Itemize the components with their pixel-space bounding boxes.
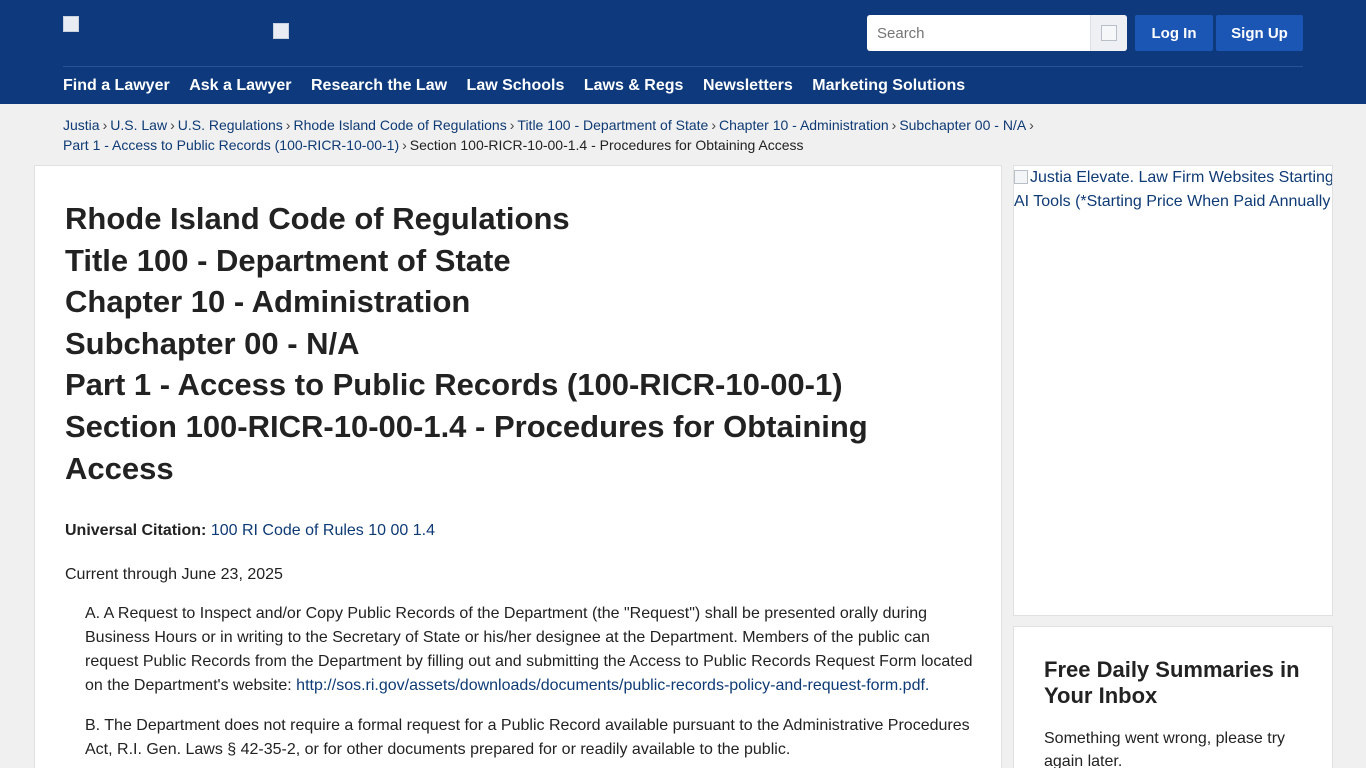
page-title: Rhode Island Code of Regulations Title 1… [65,198,945,489]
main-content: Rhode Island Code of Regulations Title 1… [34,165,1002,768]
breadcrumb-link[interactable]: U.S. Law [110,117,167,133]
breadcrumb-current: Section 100-RICR-10-00-1.4 - Procedures … [409,137,804,153]
header-divider [63,66,1303,67]
ad-alt-text[interactable]: Justia Elevate. Law Firm Websites Starti… [1014,166,1333,214]
breadcrumb-separator: › [509,117,515,133]
breadcrumb-separator: › [711,117,716,133]
secondary-logo-image[interactable] [273,23,289,39]
breadcrumb-separator: › [285,117,291,133]
breadcrumb-link[interactable]: Chapter 10 - Administration [719,117,889,133]
breadcrumb: Justia › U.S. Law › U.S. Regulations › Rhode I… [63,115,1063,155]
broken-image-icon [1014,170,1028,184]
title-line: Part 1 - Access to Public Records (100-R… [65,367,843,403]
login-button[interactable]: Log In [1135,15,1213,51]
title-line: Title 100 - Department of State [65,242,511,278]
title-line: Section 100-RICR-10-00-1.4 - Procedures … [65,408,868,486]
nav-newsletters[interactable]: Newsletters [703,76,793,96]
citation-link[interactable]: 100 RI Code of Rules 10 00 1.4 [211,522,435,539]
breadcrumb-separator: › [402,137,407,153]
newsletter-error-message: Something went wrong, please try again l… [1044,730,1286,768]
title-line: Subchapter 00 - N/A [65,325,360,361]
nav-laws-regs[interactable]: Laws & Regs [584,76,684,96]
nav-ask-a-lawyer[interactable]: Ask a Lawyer [189,76,291,96]
breadcrumb-link[interactable]: Justia [63,117,100,133]
citation-label: Universal Citation: [65,522,207,539]
universal-citation: Universal Citation: 100 RI Code of Rules… [65,521,435,541]
breadcrumb-separator: › [891,117,897,133]
breadcrumb-link[interactable]: U.S. Regulations [178,117,283,133]
title-line: Chapter 10 - Administration [65,284,471,320]
nav-research-the-law[interactable]: Research the Law [311,76,447,96]
nav-marketing-solutions[interactable]: Marketing Solutions [812,76,965,96]
main-nav: Find a Lawyer Ask a Lawyer Research the … [63,76,985,96]
search-button[interactable] [1090,15,1127,51]
nav-law-schools[interactable]: Law Schools [467,76,565,96]
newsletter-box: Free Daily Summaries in Your Inbox Somet… [1013,626,1333,768]
breadcrumb-separator: › [102,117,108,133]
newsletter-title: Free Daily Summaries in Your Inbox [1044,657,1300,708]
breadcrumb-link[interactable]: Subchapter 00 - N/A [899,117,1026,133]
breadcrumb-link[interactable]: Part 1 - Access to Public Records (100-R… [63,137,399,153]
nav-find-a-lawyer[interactable]: Find a Lawyer [63,76,170,96]
ad-alt-label: Justia Elevate. Law Firm Websites Starti… [1014,169,1333,210]
justia-logo-image[interactable] [63,16,79,32]
breadcrumb-separator: › [170,117,175,133]
title-line: Rhode Island Code of Regulations [65,201,570,236]
search-input[interactable] [867,16,1089,50]
signup-button[interactable]: Sign Up [1216,15,1303,51]
breadcrumb-link[interactable]: Title 100 - Department of State [517,117,708,133]
breadcrumb-separator: › [1029,117,1034,133]
ad-banner[interactable]: Justia Elevate. Law Firm Websites Starti… [1013,165,1333,616]
search-box [867,15,1127,51]
paragraph-b: B. The Department does not require a for… [85,717,970,758]
search-icon [1101,25,1117,41]
paragraph-a: A. A Request to Inspect and/or Copy Publ… [85,602,985,698]
current-through: Current through June 23, 2025 [65,566,283,583]
site-header: Log In Sign Up Find a Lawyer Ask a Lawye… [0,0,1366,104]
request-form-link[interactable]: http://sos.ri.gov/assets/downloads/docum… [296,677,929,694]
breadcrumb-link[interactable]: Rhode Island Code of Regulations [293,117,506,133]
